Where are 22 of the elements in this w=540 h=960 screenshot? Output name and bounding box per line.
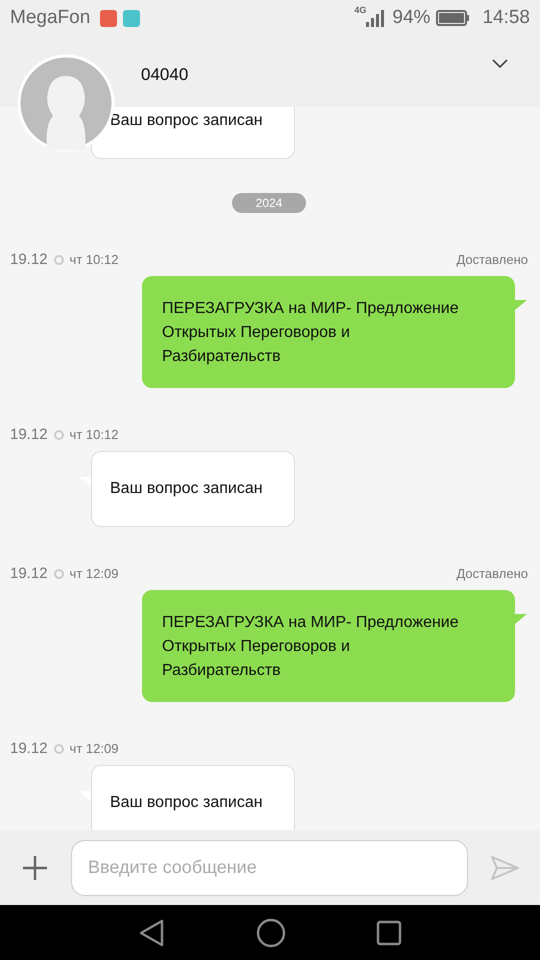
message-date: 19.12	[10, 251, 48, 268]
message-time: чт 10:12	[70, 252, 118, 267]
message-time: чт 12:09	[70, 566, 118, 581]
message-date: 19.12	[10, 565, 48, 582]
sent-message-bubble[interactable]: ПЕРЕЗАГРУЗКА на МИР- Предложение Открытых Переговоров и Разбирательств	[142, 276, 515, 388]
message-input-field[interactable]: Введите сообщение	[71, 840, 468, 896]
received-message-bubble[interactable]: Ваш вопрос записан	[91, 107, 295, 159]
message-time: чт 10:12	[70, 427, 118, 442]
year-separator: 2024	[232, 193, 306, 213]
delivery-status: Доставлено	[456, 566, 528, 581]
contact-name: 04040	[141, 64, 188, 84]
carrier-name: MegaFon	[10, 7, 90, 29]
received-message-bubble[interactable]: Ваш вопрос записан	[91, 765, 295, 830]
message-time: чт 12:09	[70, 741, 118, 756]
delivery-status: Доставлено	[456, 252, 528, 267]
sent-message-bubble[interactable]: ПЕРЕЗАГРУЗКА на МИР- Предложение Открытых Переговоров и Разбирательств	[142, 590, 515, 702]
message-date: 19.12	[10, 740, 48, 757]
clock: 14:58	[482, 7, 530, 29]
battery-percent: 94%	[392, 7, 430, 29]
message-date: 19.12	[10, 426, 48, 443]
network-type: 4G	[354, 5, 366, 15]
received-message-bubble[interactable]: Ваш вопрос записан	[91, 451, 295, 527]
